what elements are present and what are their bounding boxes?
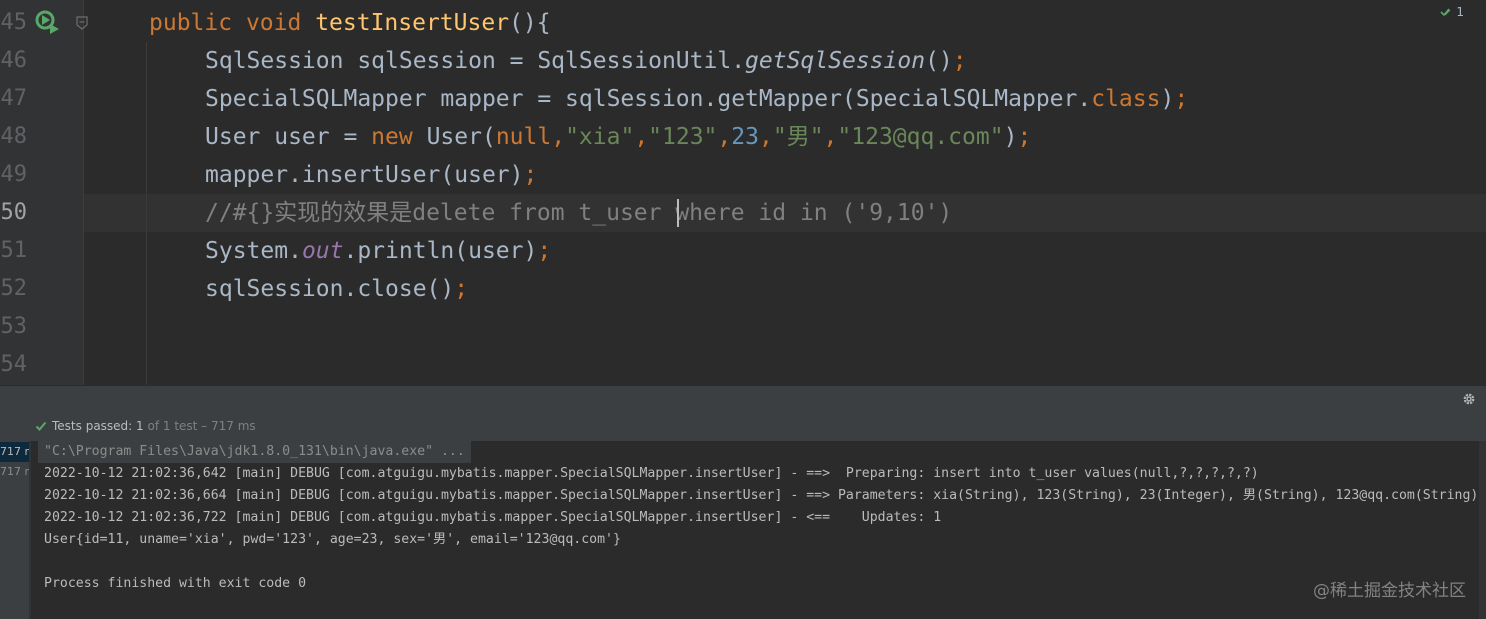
code-token: .println(user) bbox=[343, 238, 538, 264]
tests-total-summary: of 1 test – 717 ms bbox=[143, 419, 256, 433]
tests-passed-count: 1 bbox=[136, 419, 144, 433]
double-check-icon bbox=[1440, 8, 1451, 17]
tests-passed-label: Tests passed: bbox=[52, 419, 137, 433]
code-token: out bbox=[301, 238, 344, 264]
code-token: "123@qq.com" bbox=[837, 124, 1004, 150]
code-token: sqlSession.close() bbox=[205, 276, 455, 302]
line-number: 48 bbox=[0, 124, 28, 149]
line-number: 51 bbox=[0, 238, 28, 263]
code-token: ; bbox=[1017, 124, 1032, 150]
test-status-text: Tests passed: 1 of 1 test – 717 ms bbox=[52, 411, 256, 441]
test-results-tree[interactable]: 717 ms 717 ms bbox=[0, 441, 29, 619]
code-token: "男" bbox=[772, 124, 824, 150]
code-token: User user = bbox=[205, 124, 372, 150]
code-line[interactable]: 46 SqlSession sqlSession = SqlSessionUti… bbox=[0, 42, 1486, 80]
line-number: 54 bbox=[0, 352, 28, 377]
code-line-current[interactable]: 50 //#{}实现的效果是delete from t_user where i… bbox=[0, 194, 1486, 232]
code-line[interactable]: 54 bbox=[0, 346, 1486, 384]
code-line[interactable]: 48 User user = new User(null,"xia","123"… bbox=[0, 118, 1486, 156]
tool-window-header bbox=[0, 385, 1486, 412]
code-text[interactable]: sqlSession.close(); bbox=[205, 270, 468, 308]
code-line[interactable]: 51 System.out.println(user); bbox=[0, 232, 1486, 270]
line-number: 47 bbox=[0, 86, 28, 111]
inspection-widget[interactable]: 1 bbox=[1440, 4, 1464, 20]
code-token: () bbox=[925, 48, 953, 74]
code-token: , bbox=[634, 124, 649, 150]
code-token: //#{}实现的效果是delete from t_user where id i… bbox=[205, 200, 953, 226]
test-status-bar: Tests passed: 1 of 1 test – 717 ms bbox=[0, 411, 1486, 441]
code-text[interactable]: //#{}实现的效果是delete from t_user where id i… bbox=[205, 194, 952, 232]
line-number: 49 bbox=[0, 162, 28, 187]
test-tree-item[interactable]: 717 ms bbox=[0, 442, 29, 462]
code-text[interactable]: mapper.insertUser(user); bbox=[205, 156, 537, 194]
console-scrollbar[interactable] bbox=[1479, 441, 1486, 619]
code-text[interactable]: public void testInsertUser(){ bbox=[149, 4, 551, 42]
gear-icon[interactable] bbox=[1462, 392, 1476, 406]
code-token: getSqlSession bbox=[745, 48, 926, 74]
code-token: mapper.insertUser(user) bbox=[205, 162, 524, 188]
code-editor[interactable]: 45 public void testInsertUser(){ 46 SqlS… bbox=[0, 0, 1486, 385]
code-token: ; bbox=[537, 238, 552, 264]
line-number: 50 bbox=[0, 200, 28, 225]
code-token: "xia" bbox=[565, 124, 635, 150]
code-token: "123" bbox=[648, 124, 718, 150]
code-token: , bbox=[551, 124, 566, 150]
console-line[interactable]: 2022-10-12 21:02:36,664 [main] DEBUG [co… bbox=[44, 485, 1478, 507]
code-token: ; bbox=[952, 48, 967, 74]
text-caret bbox=[677, 199, 679, 227]
code-line[interactable]: 45 public void testInsertUser(){ bbox=[0, 4, 1486, 42]
code-token: class bbox=[1091, 86, 1161, 112]
code-token: , bbox=[823, 124, 838, 150]
code-token: ) bbox=[1003, 124, 1018, 150]
code-token: null bbox=[495, 124, 552, 150]
watermark: @稀土掘金技术社区 bbox=[1313, 581, 1466, 601]
code-token: SqlSession sqlSession = SqlSessionUtil. bbox=[205, 48, 746, 74]
code-line[interactable]: 49 mapper.insertUser(user); bbox=[0, 156, 1486, 194]
code-line[interactable]: 53 bbox=[0, 308, 1486, 346]
code-text[interactable]: System.out.println(user); bbox=[205, 232, 551, 270]
code-text[interactable]: SpecialSQLMapper mapper = sqlSession.get… bbox=[205, 80, 1188, 118]
code-token: public bbox=[149, 10, 246, 36]
code-token: (){ bbox=[509, 10, 551, 36]
code-line[interactable]: 52 sqlSession.close(); bbox=[0, 270, 1486, 308]
code-token: User( bbox=[426, 124, 496, 150]
console-line[interactable]: Process finished with exit code 0 bbox=[44, 573, 306, 595]
code-token: , bbox=[717, 124, 732, 150]
console-line[interactable]: 2022-10-12 21:02:36,642 [main] DEBUG [co… bbox=[44, 463, 1259, 485]
code-text[interactable]: User user = new User(null,"xia","123",23… bbox=[205, 118, 1031, 156]
line-number: 46 bbox=[0, 48, 28, 73]
code-token: ) bbox=[1160, 86, 1175, 112]
code-token: , bbox=[758, 124, 773, 150]
console-output[interactable]: "C:\Program Files\Java\jdk1.8.0_131\bin\… bbox=[31, 441, 1479, 619]
code-token: SpecialSQLMapper mapper = sqlSession.get… bbox=[205, 86, 1092, 112]
code-token: new bbox=[371, 124, 427, 150]
inspection-count: 1 bbox=[1456, 5, 1464, 19]
console-line[interactable]: 2022-10-12 21:02:36,722 [main] DEBUG [co… bbox=[44, 507, 941, 529]
line-number: 52 bbox=[0, 276, 28, 301]
line-number: 53 bbox=[0, 314, 28, 339]
ide-window: 45 public void testInsertUser(){ 46 SqlS… bbox=[0, 0, 1486, 619]
console-line[interactable]: User{id=11, uname='xia', pwd='123', age=… bbox=[44, 529, 621, 551]
code-token: testInsertUser bbox=[315, 10, 510, 36]
console-command-line[interactable]: "C:\Program Files\Java\jdk1.8.0_131\bin\… bbox=[38, 441, 471, 463]
code-token: ; bbox=[1174, 86, 1189, 112]
code-text[interactable]: SqlSession sqlSession = SqlSessionUtil.g… bbox=[205, 42, 967, 80]
line-number: 45 bbox=[0, 10, 28, 35]
code-token: void bbox=[245, 10, 316, 36]
code-line[interactable]: 47 SpecialSQLMapper mapper = sqlSession.… bbox=[0, 80, 1486, 118]
check-icon bbox=[35, 421, 47, 431]
code-token: System. bbox=[205, 238, 302, 264]
test-tree-item[interactable]: 717 ms bbox=[0, 462, 29, 482]
code-token: ; bbox=[523, 162, 538, 188]
code-token: 23 bbox=[731, 124, 759, 150]
code-token: ; bbox=[454, 276, 469, 302]
